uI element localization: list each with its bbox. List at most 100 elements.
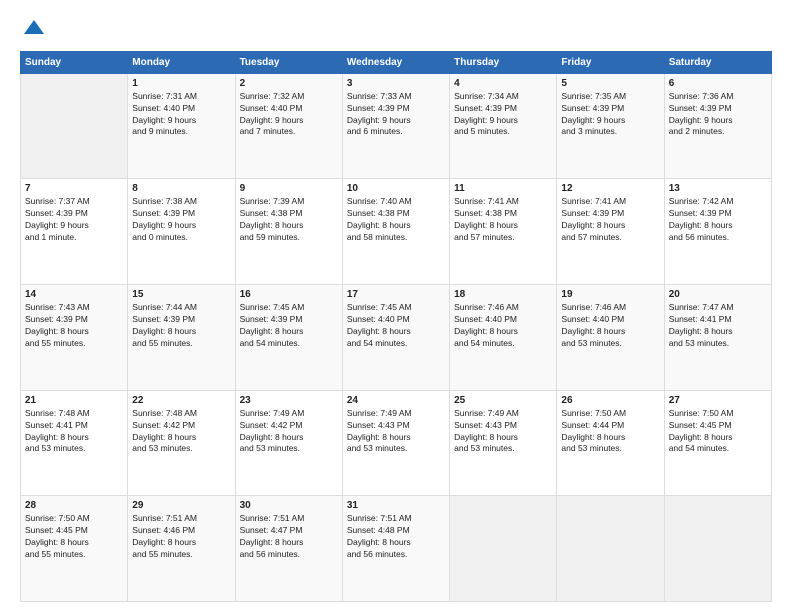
day-number: 21 <box>25 395 123 406</box>
calendar-header-saturday: Saturday <box>664 51 771 73</box>
day-info: Sunrise: 7:48 AM Sunset: 4:42 PM Dayligh… <box>132 408 230 456</box>
day-info: Sunrise: 7:50 AM Sunset: 4:45 PM Dayligh… <box>25 513 123 561</box>
day-number: 5 <box>561 78 659 89</box>
calendar-cell <box>557 496 664 602</box>
calendar-cell: 16Sunrise: 7:45 AM Sunset: 4:39 PM Dayli… <box>235 285 342 391</box>
day-number: 11 <box>454 183 552 194</box>
calendar-cell: 19 Sunrise: 7:46 AM Sunset: 4:40 PM Dayli… <box>557 285 664 391</box>
calendar-cell: 27 Sunrise: 7:50 AM Sunset: 4:45 PM Dayli… <box>664 390 771 496</box>
day-info: Sunrise: 7:41 AM Sunset: 4:38 PM Dayligh… <box>454 196 552 244</box>
calendar-header-wednesday: Wednesday <box>342 51 449 73</box>
day-info: Sunrise: 7:49 AM Sunset: 4:43 PM Dayligh… <box>347 408 445 456</box>
calendar-cell: 6 Sunrise: 7:36 AM Sunset: 4:39 PM Daylig… <box>664 73 771 179</box>
day-number: 29 <box>132 500 230 511</box>
day-info: Sunrise: 7:33 AM Sunset: 4:39 PM Dayligh… <box>347 91 445 139</box>
calendar-cell: 18 Sunrise: 7:46 AM Sunset: 4:40 PM Dayli… <box>450 285 557 391</box>
day-info: Sunrise: 7:39 AM Sunset: 4:38 PM Dayligh… <box>240 196 338 244</box>
calendar-cell: 23 Sunrise: 7:49 AM Sunset: 4:42 PM Dayli… <box>235 390 342 496</box>
day-info: Sunrise: 7:43 AM Sunset: 4:39 PM Dayligh… <box>25 302 123 350</box>
calendar-cell: 9 Sunrise: 7:39 AM Sunset: 4:38 PM Daylig… <box>235 179 342 285</box>
calendar-cell: 2 Sunrise: 7:32 AM Sunset: 4:40 PM Daylig… <box>235 73 342 179</box>
calendar-week-5: 28 Sunrise: 7:50 AM Sunset: 4:45 PM Dayli… <box>21 496 772 602</box>
calendar-cell: 17 Sunrise: 7:45 AM Sunset: 4:40 PM Dayli… <box>342 285 449 391</box>
calendar-cell <box>21 73 128 179</box>
day-number: 20 <box>669 289 767 300</box>
day-number: 14 <box>25 289 123 300</box>
calendar-cell: 4 Sunrise: 7:34 AM Sunset: 4:39 PM Daylig… <box>450 73 557 179</box>
day-info: Sunrise: 7:51 AM Sunset: 4:46 PM Dayligh… <box>132 513 230 561</box>
day-number: 3 <box>347 78 445 89</box>
day-number: 25 <box>454 395 552 406</box>
logo-icon <box>22 16 46 40</box>
day-info: Sunrise: 7:35 AM Sunset: 4:39 PM Dayligh… <box>561 91 659 139</box>
calendar-header-row: SundayMondayTuesdayWednesdayThursdayFrid… <box>21 51 772 73</box>
calendar-cell: 13Sunrise: 7:42 AM Sunset: 4:39 PM Dayli… <box>664 179 771 285</box>
day-info: Sunrise: 7:49 AM Sunset: 4:43 PM Dayligh… <box>454 408 552 456</box>
day-number: 31 <box>347 500 445 511</box>
day-number: 18 <box>454 289 552 300</box>
calendar-cell: 7 Sunrise: 7:37 AM Sunset: 4:39 PM Daylig… <box>21 179 128 285</box>
calendar-cell: 29 Sunrise: 7:51 AM Sunset: 4:46 PM Dayli… <box>128 496 235 602</box>
day-number: 30 <box>240 500 338 511</box>
day-info: Sunrise: 7:45 AM Sunset: 4:40 PM Dayligh… <box>347 302 445 350</box>
calendar-cell: 14 Sunrise: 7:43 AM Sunset: 4:39 PM Dayli… <box>21 285 128 391</box>
day-info: Sunrise: 7:50 AM Sunset: 4:45 PM Dayligh… <box>669 408 767 456</box>
calendar-header-tuesday: Tuesday <box>235 51 342 73</box>
calendar-cell: 22 Sunrise: 7:48 AM Sunset: 4:42 PM Dayli… <box>128 390 235 496</box>
calendar-table: SundayMondayTuesdayWednesdayThursdayFrid… <box>20 51 772 602</box>
day-number: 8 <box>132 183 230 194</box>
calendar-week-4: 21Sunrise: 7:48 AM Sunset: 4:41 PM Dayli… <box>21 390 772 496</box>
calendar-cell: 25 Sunrise: 7:49 AM Sunset: 4:43 PM Dayli… <box>450 390 557 496</box>
day-number: 17 <box>347 289 445 300</box>
calendar-cell: 10 Sunrise: 7:40 AM Sunset: 4:38 PM Dayli… <box>342 179 449 285</box>
calendar-week-1: 1Sunrise: 7:31 AM Sunset: 4:40 PM Daylig… <box>21 73 772 179</box>
day-info: Sunrise: 7:34 AM Sunset: 4:39 PM Dayligh… <box>454 91 552 139</box>
day-info: Sunrise: 7:46 AM Sunset: 4:40 PM Dayligh… <box>561 302 659 350</box>
day-info: Sunrise: 7:50 AM Sunset: 4:44 PM Dayligh… <box>561 408 659 456</box>
day-info: Sunrise: 7:40 AM Sunset: 4:38 PM Dayligh… <box>347 196 445 244</box>
day-info: Sunrise: 7:36 AM Sunset: 4:39 PM Dayligh… <box>669 91 767 139</box>
day-info: Sunrise: 7:31 AM Sunset: 4:40 PM Dayligh… <box>132 91 230 139</box>
calendar-week-3: 14 Sunrise: 7:43 AM Sunset: 4:39 PM Dayli… <box>21 285 772 391</box>
day-info: Sunrise: 7:44 AM Sunset: 4:39 PM Dayligh… <box>132 302 230 350</box>
day-number: 13 <box>669 183 767 194</box>
day-number: 15 <box>132 289 230 300</box>
calendar-cell <box>450 496 557 602</box>
day-info: Sunrise: 7:51 AM Sunset: 4:48 PM Dayligh… <box>347 513 445 561</box>
header <box>20 16 772 41</box>
day-number: 4 <box>454 78 552 89</box>
calendar-cell: 15 Sunrise: 7:44 AM Sunset: 4:39 PM Dayli… <box>128 285 235 391</box>
calendar-cell: 28 Sunrise: 7:50 AM Sunset: 4:45 PM Dayli… <box>21 496 128 602</box>
calendar-cell: 3 Sunrise: 7:33 AM Sunset: 4:39 PM Daylig… <box>342 73 449 179</box>
calendar-cell: 11 Sunrise: 7:41 AM Sunset: 4:38 PM Dayli… <box>450 179 557 285</box>
day-info: Sunrise: 7:47 AM Sunset: 4:41 PM Dayligh… <box>669 302 767 350</box>
day-info: Sunrise: 7:51 AM Sunset: 4:47 PM Dayligh… <box>240 513 338 561</box>
day-number: 6 <box>669 78 767 89</box>
day-number: 10 <box>347 183 445 194</box>
calendar-cell: 31 Sunrise: 7:51 AM Sunset: 4:48 PM Dayli… <box>342 496 449 602</box>
calendar-cell: 26 Sunrise: 7:50 AM Sunset: 4:44 PM Dayli… <box>557 390 664 496</box>
day-number: 23 <box>240 395 338 406</box>
calendar-header-thursday: Thursday <box>450 51 557 73</box>
day-number: 26 <box>561 395 659 406</box>
calendar-cell: 20 Sunrise: 7:47 AM Sunset: 4:41 PM Dayli… <box>664 285 771 391</box>
day-number: 27 <box>669 395 767 406</box>
day-number: 9 <box>240 183 338 194</box>
day-number: 22 <box>132 395 230 406</box>
calendar-cell: 24Sunrise: 7:49 AM Sunset: 4:43 PM Dayli… <box>342 390 449 496</box>
calendar-header-monday: Monday <box>128 51 235 73</box>
day-number: 19 <box>561 289 659 300</box>
day-info: Sunrise: 7:37 AM Sunset: 4:39 PM Dayligh… <box>25 196 123 244</box>
day-info: Sunrise: 7:46 AM Sunset: 4:40 PM Dayligh… <box>454 302 552 350</box>
day-info: Sunrise: 7:41 AM Sunset: 4:39 PM Dayligh… <box>561 196 659 244</box>
day-info: Sunrise: 7:32 AM Sunset: 4:40 PM Dayligh… <box>240 91 338 139</box>
calendar-week-2: 7 Sunrise: 7:37 AM Sunset: 4:39 PM Daylig… <box>21 179 772 285</box>
day-number: 2 <box>240 78 338 89</box>
calendar-cell: 30 Sunrise: 7:51 AM Sunset: 4:47 PM Dayli… <box>235 496 342 602</box>
day-number: 7 <box>25 183 123 194</box>
day-info: Sunrise: 7:45 AM Sunset: 4:39 PM Dayligh… <box>240 302 338 350</box>
day-info: Sunrise: 7:49 AM Sunset: 4:42 PM Dayligh… <box>240 408 338 456</box>
calendar-cell: 1Sunrise: 7:31 AM Sunset: 4:40 PM Daylig… <box>128 73 235 179</box>
logo <box>20 16 46 41</box>
day-number: 28 <box>25 500 123 511</box>
